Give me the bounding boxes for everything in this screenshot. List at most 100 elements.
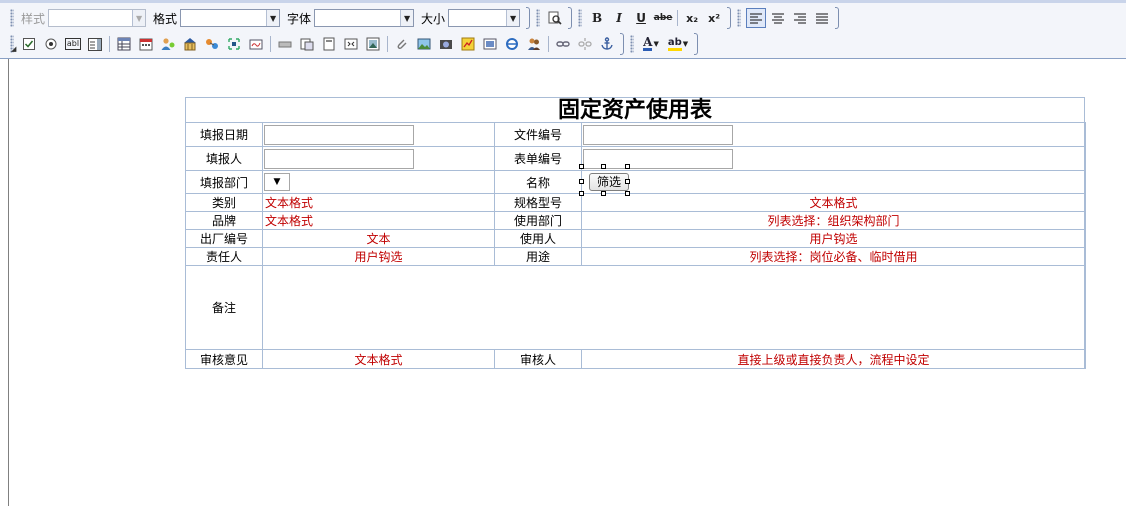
- sign-icon[interactable]: [246, 34, 266, 54]
- field-label-responsible: 责任人: [185, 247, 263, 266]
- strikethrough-button[interactable]: abe: [653, 8, 673, 28]
- toolbar-grip[interactable]: [630, 35, 634, 53]
- frame-icon[interactable]: [341, 34, 361, 54]
- date-icon[interactable]: [136, 34, 156, 54]
- highlight-icon[interactable]: ab ▼: [665, 34, 691, 54]
- listbox-icon[interactable]: [85, 34, 105, 54]
- macro-icon[interactable]: [224, 34, 244, 54]
- user-group-icon[interactable]: [524, 34, 544, 54]
- font-combo[interactable]: ▼: [314, 9, 415, 27]
- chevron-down-icon[interactable]: ▼: [266, 10, 280, 26]
- fill-date-input[interactable]: [264, 124, 414, 145]
- style-combo[interactable]: ▼: [48, 9, 147, 27]
- table-icon[interactable]: [114, 34, 134, 54]
- link-field-icon[interactable]: [202, 34, 222, 54]
- chevron-down-icon[interactable]: ▼: [506, 10, 520, 26]
- checkbox-icon[interactable]: [19, 34, 39, 54]
- format-label: 格式: [153, 11, 178, 26]
- field-label-category: 类别: [185, 193, 263, 212]
- form-table: 填报日期 文件编号 填报人 表单编号 填报部门 ▼ 名称 筛选 类别 文本格式 …: [185, 122, 1086, 369]
- remarks-area[interactable]: [262, 265, 1086, 350]
- hyperlink-icon[interactable]: [553, 34, 573, 54]
- picture-icon[interactable]: [414, 34, 434, 54]
- resize-handle[interactable]: [579, 164, 584, 169]
- button-icon[interactable]: [275, 34, 295, 54]
- radio-icon[interactable]: [41, 34, 61, 54]
- resize-handle[interactable]: [625, 191, 630, 196]
- file-number-input[interactable]: [583, 124, 733, 145]
- resize-handle[interactable]: [601, 164, 606, 169]
- camera-icon[interactable]: [436, 34, 456, 54]
- filter-button[interactable]: 筛选: [589, 173, 629, 191]
- toolbar-group-end: [727, 7, 732, 29]
- align-right-button[interactable]: [790, 8, 810, 28]
- page-icon[interactable]: [319, 34, 339, 54]
- size-combo[interactable]: ▼: [448, 9, 521, 27]
- superscript-button[interactable]: x²: [704, 8, 724, 28]
- toolbar-group-end: [835, 7, 840, 29]
- toolbar-grip[interactable]: [737, 9, 742, 27]
- toolbar-group-end: [694, 33, 698, 55]
- italic-button[interactable]: I: [609, 8, 629, 28]
- align-center-button[interactable]: [768, 8, 788, 28]
- underline-button[interactable]: U: [631, 8, 651, 28]
- brand-value: 文本格式: [262, 211, 495, 230]
- font-color-icon[interactable]: A ▼: [639, 34, 663, 54]
- align-left-button[interactable]: [746, 8, 767, 28]
- chart-icon[interactable]: [458, 34, 478, 54]
- toolbar-grip[interactable]: [536, 9, 541, 27]
- resize-handle[interactable]: [625, 164, 630, 169]
- anchor-icon[interactable]: [597, 34, 617, 54]
- resize-handle[interactable]: [579, 191, 584, 196]
- reviewer-value: 直接上级或直接负责人，流程中设定: [581, 349, 1086, 369]
- align-justify-button[interactable]: [812, 8, 832, 28]
- align-justify-icon: [816, 13, 829, 23]
- department-icon[interactable]: [180, 34, 200, 54]
- toolbar-top-strip: [0, 0, 1126, 3]
- field-label-spec-model: 规格型号: [494, 193, 582, 212]
- field-label-name: 名称: [494, 170, 582, 194]
- table-row: 责任人 用户钩选 用途 列表选择：岗位必备、临时借用: [185, 247, 1086, 266]
- attachment-icon[interactable]: [392, 34, 412, 54]
- chevron-down-icon[interactable]: ▼: [132, 10, 146, 26]
- chevron-down-icon[interactable]: ▼: [683, 40, 688, 48]
- toolbar-row-1: 样式 ▼ 格式 ▼ 字体 ▼ 大小 ▼ B I U abe x₂ x²: [10, 6, 845, 30]
- ie-icon[interactable]: [502, 34, 522, 54]
- field-label-filler: 填报人: [185, 146, 263, 171]
- department-select[interactable]: ▼: [264, 173, 290, 191]
- align-center-icon: [772, 13, 785, 23]
- field-label-using-department: 使用部门: [494, 211, 582, 230]
- toolbar-grip[interactable]: [578, 9, 583, 27]
- resize-handle[interactable]: [601, 191, 606, 196]
- toolbar-collapse-icon[interactable]: ◢: [11, 45, 16, 53]
- toolbar-separator: [387, 36, 388, 52]
- filler-cell: [262, 146, 495, 171]
- bold-button[interactable]: B: [587, 8, 607, 28]
- editor-toolbar: 样式 ▼ 格式 ▼ 字体 ▼ 大小 ▼ B I U abe x₂ x² abl …: [0, 0, 1126, 59]
- field-label-form-number: 表单编号: [494, 146, 582, 171]
- resize-handle[interactable]: [625, 179, 630, 184]
- format-combo[interactable]: ▼: [180, 9, 281, 27]
- table-row: 审核意见 文本格式 审核人 直接上级或直接负责人，流程中设定: [185, 349, 1086, 369]
- subscript-button[interactable]: x₂: [682, 8, 702, 28]
- image-field-icon[interactable]: [363, 34, 383, 54]
- resize-handle[interactable]: [579, 179, 584, 184]
- style-label: 样式: [21, 11, 46, 26]
- field-label-department: 填报部门: [185, 170, 263, 194]
- textbox-icon[interactable]: abl: [63, 34, 83, 54]
- preview-icon[interactable]: [545, 8, 565, 28]
- table-row: 填报人 表单编号: [185, 146, 1086, 171]
- form-number-cell: [581, 146, 1086, 171]
- user-icon[interactable]: [158, 34, 178, 54]
- flash-icon[interactable]: [480, 34, 500, 54]
- chevron-down-icon[interactable]: ▼: [653, 40, 658, 48]
- chevron-down-icon[interactable]: ▼: [400, 10, 414, 26]
- unlink-icon[interactable]: [575, 34, 595, 54]
- hidden-field-icon[interactable]: [297, 34, 317, 54]
- align-right-icon: [794, 13, 807, 23]
- filler-input[interactable]: [264, 148, 414, 169]
- name-cell: 筛选: [579, 164, 1086, 196]
- toolbar-grip[interactable]: [10, 9, 14, 27]
- form-text-label: abl: [64, 38, 82, 50]
- field-label-file-number: 文件编号: [494, 122, 582, 147]
